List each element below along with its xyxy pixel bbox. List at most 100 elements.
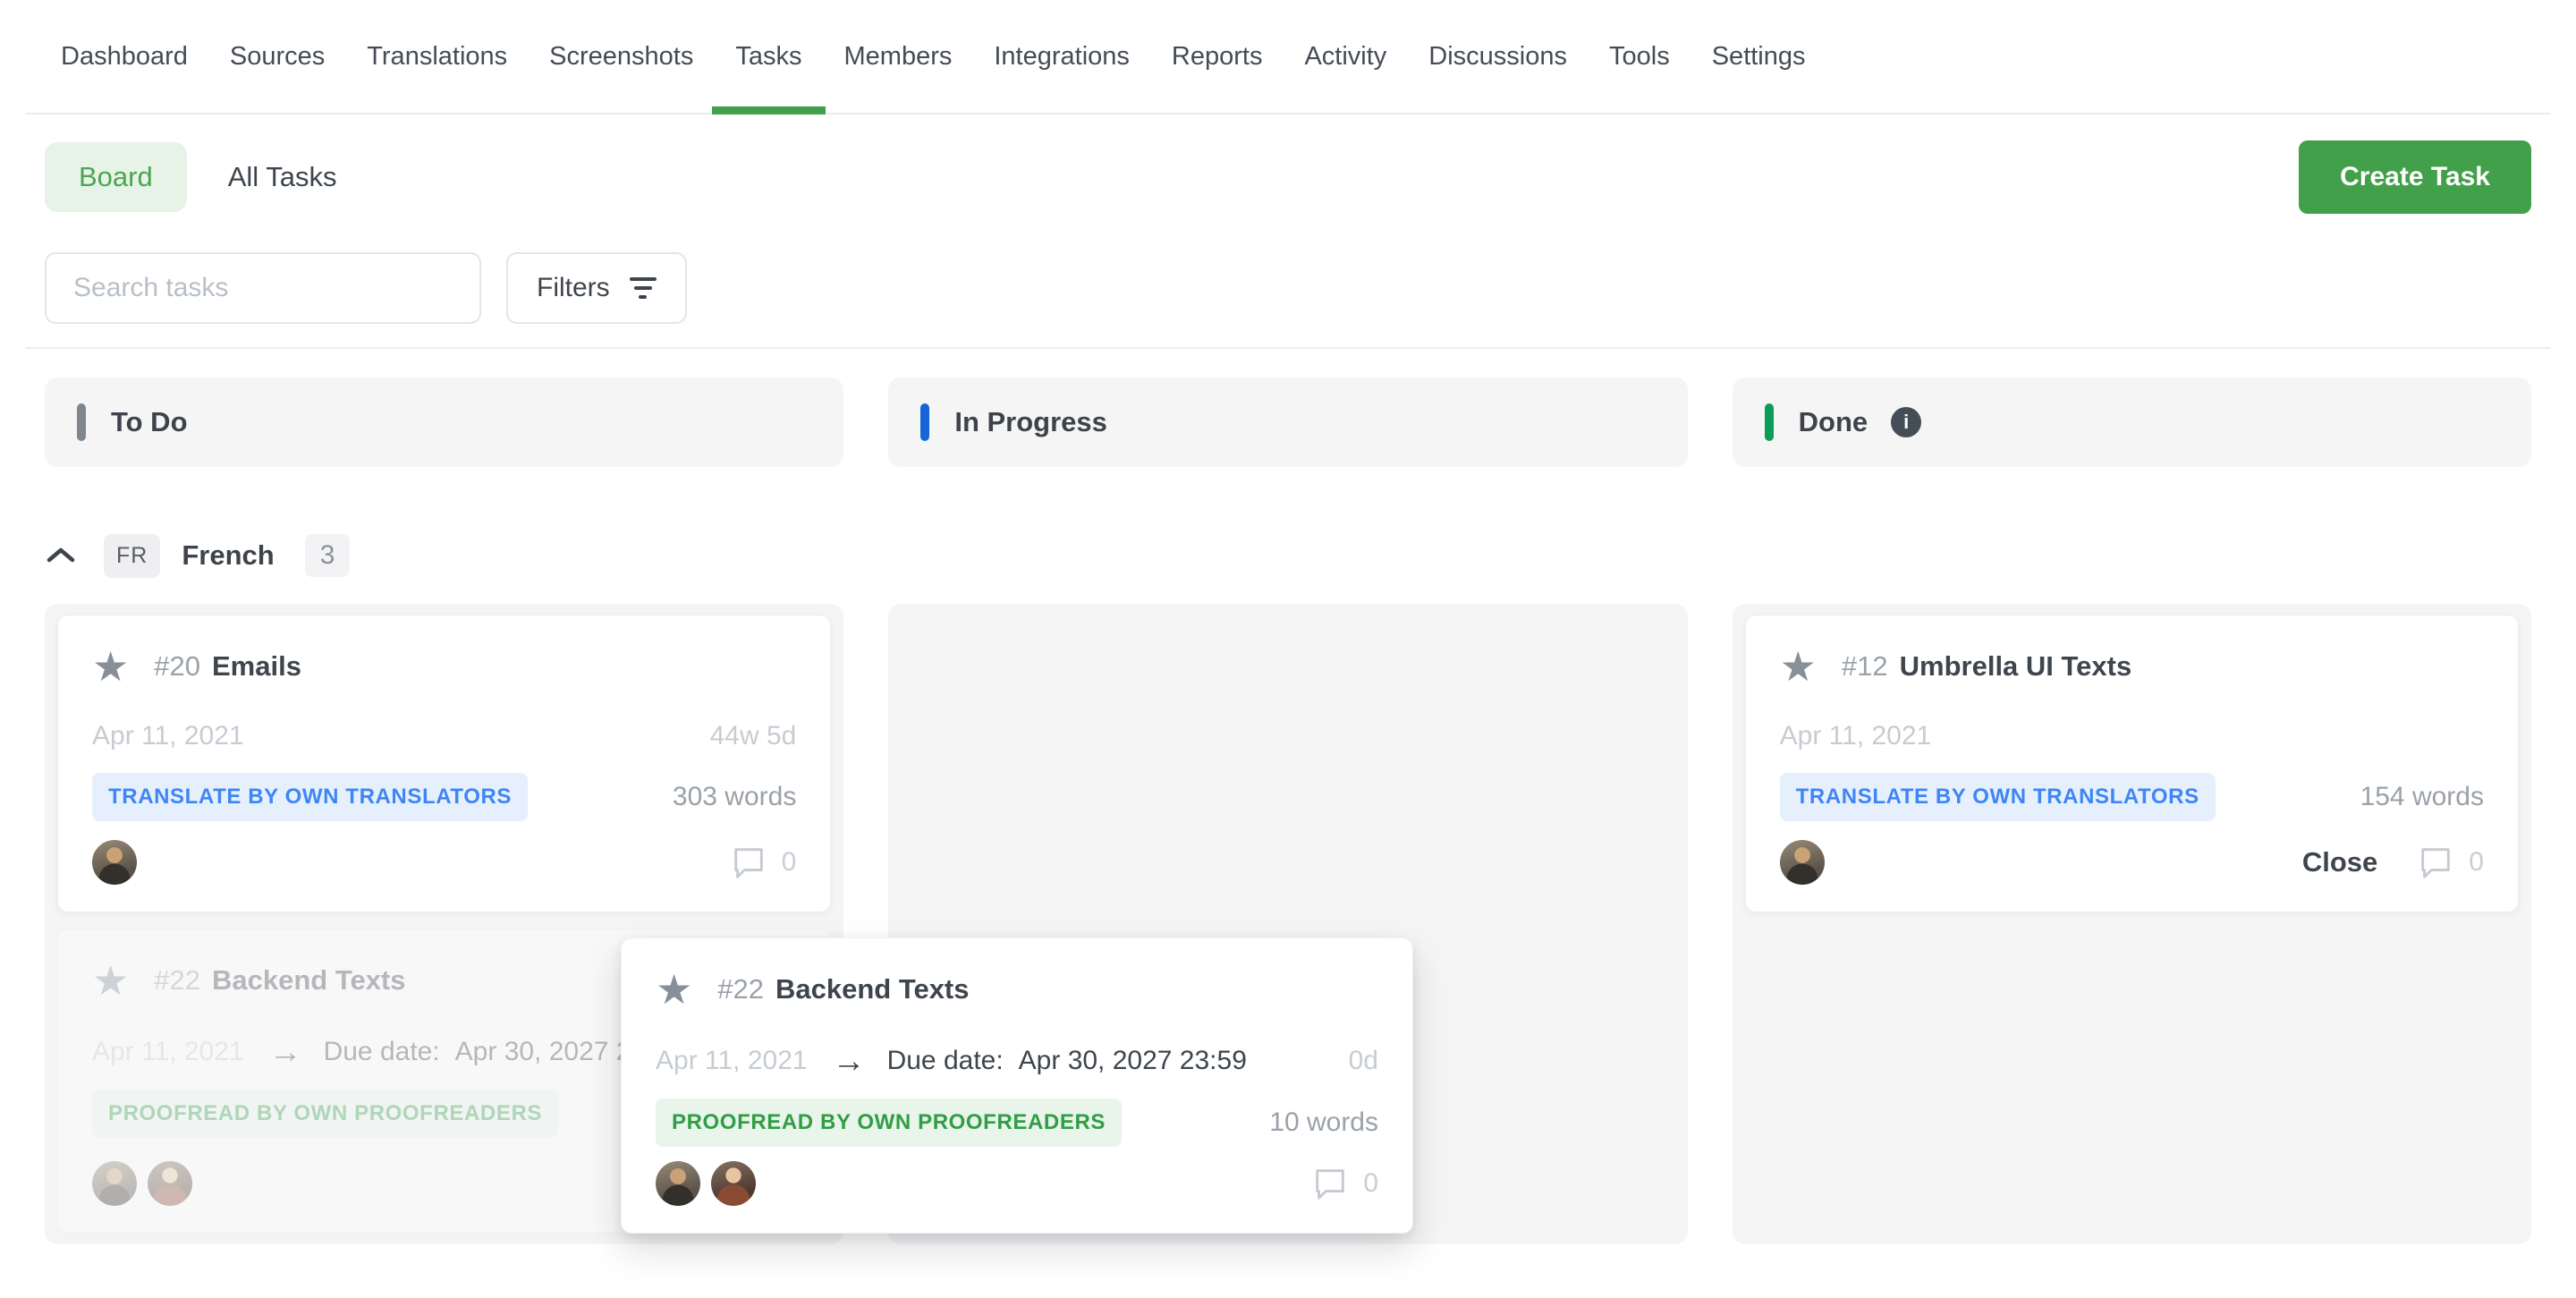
comments-control[interactable]: 0 xyxy=(730,844,797,881)
task-count-badge: 3 xyxy=(305,534,351,577)
column-header-todo: To Do xyxy=(45,378,843,467)
search-input[interactable] xyxy=(45,252,481,324)
word-count: 10 words xyxy=(1269,1107,1378,1138)
close-task-button[interactable]: Close xyxy=(2302,846,2377,878)
comment-count: 0 xyxy=(782,847,797,878)
collapse-group-button[interactable] xyxy=(45,546,77,565)
task-title: Backend Texts xyxy=(775,973,970,1005)
task-title: Umbrella UI Texts xyxy=(1900,650,2132,683)
start-date: Apr 11, 2021 xyxy=(656,1046,808,1076)
star-icon[interactable]: ★ xyxy=(656,969,692,1010)
time-left: 44w 5d xyxy=(710,721,797,751)
task-title: Emails xyxy=(212,650,301,683)
card-footer-row: Close 0 xyxy=(1780,840,2484,885)
task-id: #20 xyxy=(154,650,200,683)
card-badge-row: TRANSLATE BY OWN TRANSLATORS 154 words xyxy=(1780,773,2484,821)
assignee-avatar-male xyxy=(1780,840,1825,885)
task-card-umbrella[interactable]: ★ #12 Umbrella UI Texts Apr 11, 2021 TRA… xyxy=(1745,615,2519,912)
card-title-row: ★ #20 Emails xyxy=(92,646,796,687)
task-id: #22 xyxy=(717,973,764,1005)
tab-all-tasks[interactable]: All Tasks xyxy=(228,161,337,193)
nav-item-settings[interactable]: Settings xyxy=(1712,0,1806,113)
task-card-emails[interactable]: ★ #20 Emails Apr 11, 2021 44w 5d TRANSLA… xyxy=(57,615,831,912)
nav-item-dashboard[interactable]: Dashboard xyxy=(61,0,188,113)
comment-bubble-icon xyxy=(1311,1165,1349,1202)
word-count: 303 words xyxy=(673,782,796,812)
task-type-badge: PROOFREAD BY OWN PROOFREADERS xyxy=(92,1090,558,1138)
card-title-row: ★ #22 Backend Texts xyxy=(656,969,1378,1010)
time-left: 0d xyxy=(1349,1046,1378,1076)
tasks-board-page: Dashboard Sources Translations Screensho… xyxy=(0,0,2576,1298)
nav-item-reports[interactable]: Reports xyxy=(1172,0,1263,113)
done-color-bar xyxy=(1765,403,1774,441)
start-date: Apr 11, 2021 xyxy=(92,1037,244,1067)
assignee-avatar-female xyxy=(148,1161,192,1206)
comment-bubble-icon xyxy=(730,844,767,881)
assignee-avatar-male xyxy=(656,1161,700,1206)
info-icon[interactable]: i xyxy=(1891,407,1921,437)
due-date-label: Due date: xyxy=(324,1037,440,1067)
arrow-right-icon: → xyxy=(833,1044,866,1077)
task-id: #12 xyxy=(1842,650,1888,683)
card-footer-row: 0 xyxy=(92,840,796,885)
comments-control[interactable]: 0 xyxy=(1311,1165,1378,1202)
task-id: #22 xyxy=(154,964,200,997)
column-title: To Do xyxy=(111,406,188,438)
assignee-avatar-female xyxy=(711,1161,756,1206)
language-code-badge: FR xyxy=(104,534,160,578)
nav-item-screenshots[interactable]: Screenshots xyxy=(549,0,693,113)
task-type-badge: TRANSLATE BY OWN TRANSLATORS xyxy=(1780,773,2216,821)
language-group-header: FR French 3 xyxy=(45,530,2531,581)
top-nav: Dashboard Sources Translations Screensho… xyxy=(25,0,2551,115)
card-badge-row: TRANSLATE BY OWN TRANSLATORS 303 words xyxy=(92,773,796,821)
start-date: Apr 11, 2021 xyxy=(1780,721,1932,751)
nav-item-activity[interactable]: Activity xyxy=(1304,0,1386,113)
card-footer-row: 0 xyxy=(656,1161,1378,1206)
comment-count: 0 xyxy=(1363,1168,1378,1199)
task-type-badge: TRANSLATE BY OWN TRANSLATORS xyxy=(92,773,528,821)
star-icon[interactable]: ★ xyxy=(92,646,129,687)
chevron-up-icon xyxy=(45,546,77,565)
comment-bubble-icon xyxy=(2417,844,2454,881)
view-tabs-row: Board All Tasks Create Task xyxy=(45,141,2531,213)
filters-button-label: Filters xyxy=(537,273,610,303)
nav-item-tasks[interactable]: Tasks xyxy=(735,0,801,113)
star-icon[interactable]: ★ xyxy=(92,960,129,1001)
arrow-right-icon: → xyxy=(269,1035,302,1068)
nav-item-members[interactable]: Members xyxy=(844,0,953,113)
star-icon[interactable]: ★ xyxy=(1780,646,1817,687)
due-date-label: Due date: xyxy=(887,1046,1004,1076)
search-filters-row: Filters xyxy=(45,252,2531,324)
in-progress-color-bar xyxy=(920,403,929,441)
card-date-row: Apr 11, 2021 → Due date: Apr 30, 2027 23… xyxy=(656,1044,1378,1077)
nav-item-translations[interactable]: Translations xyxy=(367,0,507,113)
nav-item-integrations[interactable]: Integrations xyxy=(994,0,1130,113)
assignee-avatar-male xyxy=(92,1161,137,1206)
task-title: Backend Texts xyxy=(212,964,406,997)
word-count: 154 words xyxy=(2360,782,2484,812)
todo-color-bar xyxy=(77,403,86,441)
section-divider xyxy=(25,347,2551,349)
column-title: Done xyxy=(1799,406,1868,438)
start-date: Apr 11, 2021 xyxy=(92,721,244,751)
nav-item-tools[interactable]: Tools xyxy=(1609,0,1670,113)
filter-lines-icon xyxy=(630,277,657,299)
language-name: French xyxy=(182,539,274,572)
nav-item-sources[interactable]: Sources xyxy=(230,0,325,113)
column-title: In Progress xyxy=(954,406,1107,438)
comments-control[interactable]: 0 xyxy=(2417,844,2484,881)
card-title-row: ★ #12 Umbrella UI Texts xyxy=(1780,646,2484,687)
task-card-backend-dragged[interactable]: ★ #22 Backend Texts Apr 11, 2021 → Due d… xyxy=(621,937,1413,1234)
tab-board[interactable]: Board xyxy=(45,142,187,212)
nav-item-discussions[interactable]: Discussions xyxy=(1428,0,1567,113)
done-column-panel: ★ #12 Umbrella UI Texts Apr 11, 2021 TRA… xyxy=(1733,604,2531,1244)
card-date-row: Apr 11, 2021 xyxy=(1780,721,2484,751)
card-date-row: Apr 11, 2021 44w 5d xyxy=(92,721,796,751)
comment-count: 0 xyxy=(2469,847,2484,878)
create-task-button[interactable]: Create Task xyxy=(2299,140,2531,214)
filters-button[interactable]: Filters xyxy=(506,252,687,324)
card-badge-row: PROOFREAD BY OWN PROOFREADERS 10 words xyxy=(656,1099,1378,1147)
column-header-done: Done i xyxy=(1733,378,2531,467)
column-headers: To Do In Progress Done i xyxy=(45,378,2531,467)
column-header-in-progress: In Progress xyxy=(888,378,1687,467)
